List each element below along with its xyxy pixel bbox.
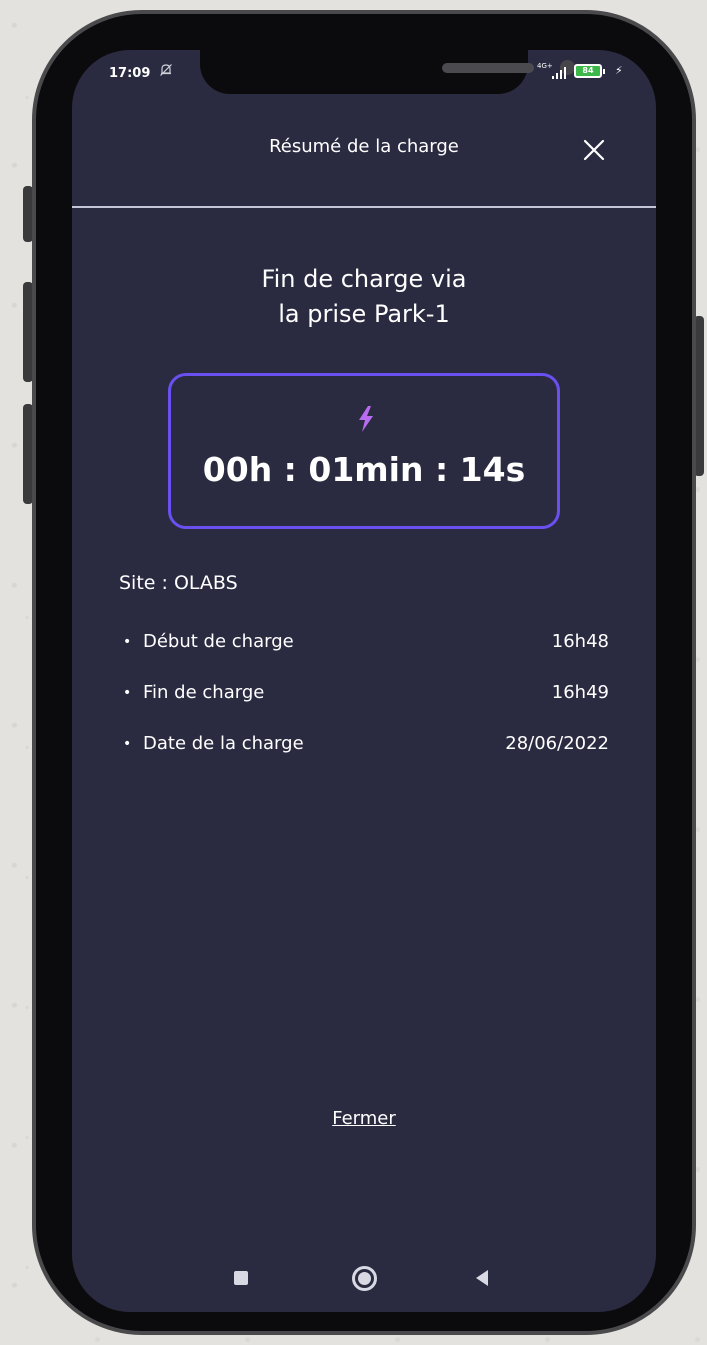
charge-duration: 00h : 01min : 14s [202,450,526,489]
recent-apps-button[interactable] [234,1271,248,1285]
lightning-bolt-icon [357,406,375,432]
duration-card: 00h : 01min : 14s [168,373,560,529]
close-button[interactable] [576,132,612,168]
app-screen: 17:09 4G+ 84 ⚡ Résumé de la charge Fin d… [72,50,656,1312]
close-link-container: Fermer [72,1108,656,1129]
speaker-grille [442,63,534,73]
detail-label: Début de charge [143,631,294,652]
detail-label: Date de la charge [143,733,304,754]
charge-end-heading: Fin de charge via la prise Park-1 [72,262,656,332]
detail-row-end: • Fin de charge 16h49 [119,679,609,707]
header-divider [72,206,656,208]
bell-off-icon [159,63,173,81]
back-button[interactable] [476,1270,488,1286]
charging-icon: ⚡ [615,64,623,77]
detail-label: Fin de charge [143,682,265,703]
bullet-icon: • [123,634,132,650]
detail-value: 16h48 [551,631,609,652]
status-time: 17:09 [109,66,151,81]
heading-line-1: Fin de charge via [261,265,467,293]
bullet-icon: • [123,736,132,752]
detail-row-date: • Date de la charge 28/06/2022 [119,730,609,758]
page-title: Résumé de la charge [269,136,459,157]
battery-icon: 84 [574,64,605,78]
signal-strength-icon [552,64,568,79]
network-type-label: 4G+ [537,62,553,70]
detail-value: 16h49 [551,682,609,703]
bullet-icon: • [123,685,132,701]
detail-row-start: • Début de charge 16h48 [119,628,609,656]
close-link[interactable]: Fermer [332,1108,396,1129]
detail-value: 28/06/2022 [505,733,609,754]
heading-line-2: la prise Park-1 [278,300,450,328]
home-button[interactable] [352,1266,377,1291]
site-label: Site : OLABS [119,572,238,594]
close-icon [583,139,605,161]
phone-notch [200,50,575,94]
